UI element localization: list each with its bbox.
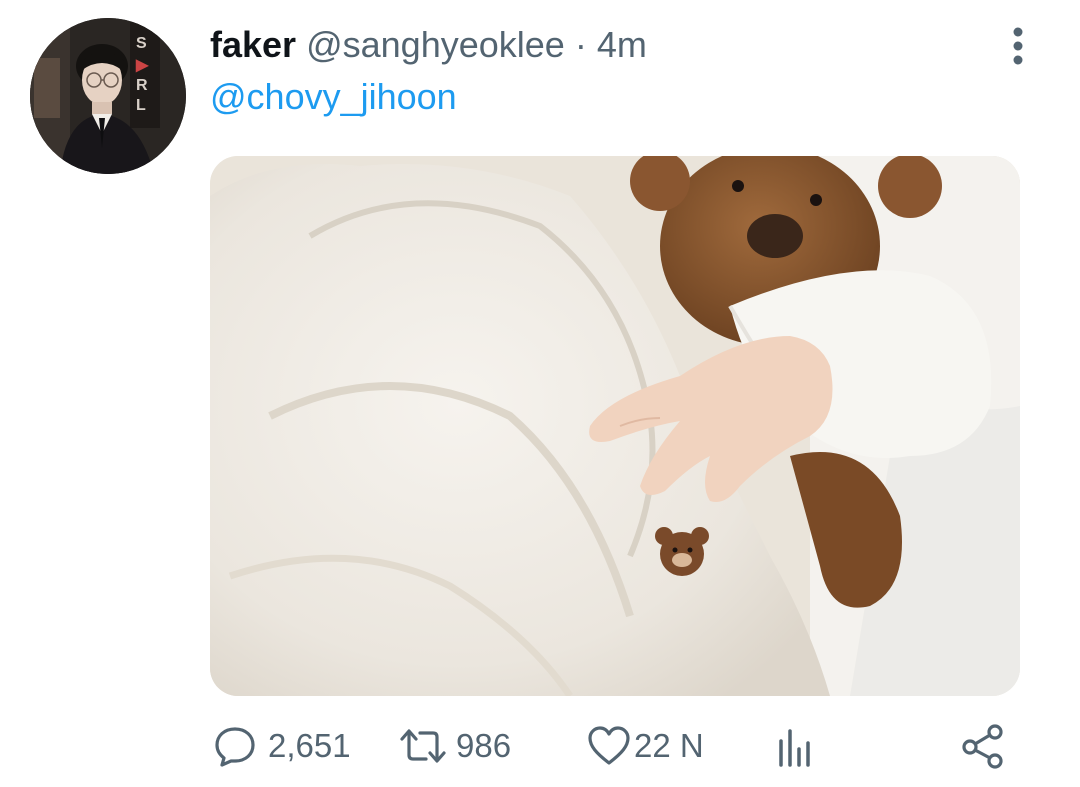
tweet-header: faker @sanghyeoklee · 4m: [210, 22, 960, 68]
timestamp[interactable]: 4m: [597, 24, 647, 65]
views-button[interactable]: [776, 718, 816, 774]
like-button[interactable]: 22 N: [586, 718, 704, 774]
views-chart-icon: [779, 729, 810, 767]
avatar[interactable]: S ▶ R L: [30, 18, 186, 174]
svg-text:L: L: [136, 97, 146, 114]
like-count: 22 N: [634, 727, 704, 764]
profile-photo: S ▶ R L: [30, 18, 186, 174]
reply-count: 2,651: [268, 727, 351, 764]
tweet-text-mention[interactable]: @chovy_jihoon: [210, 74, 457, 120]
tweet-actions: 2,651 986 22 N: [0, 718, 1080, 778]
retweet-icon: [400, 729, 446, 763]
share-icon: [962, 724, 1003, 769]
svg-text:S: S: [136, 35, 147, 52]
heart-icon: [588, 726, 630, 765]
more-button[interactable]: [1000, 24, 1036, 68]
svg-text:R: R: [136, 77, 148, 94]
separator-dot: ·: [574, 24, 587, 65]
svg-text:▶: ▶: [135, 57, 149, 74]
share-button[interactable]: [960, 718, 1006, 774]
handle[interactable]: @sanghyeoklee: [306, 24, 565, 65]
display-name[interactable]: faker: [210, 24, 296, 65]
retweet-button[interactable]: 986: [396, 718, 511, 774]
comment-icon: [215, 727, 255, 767]
reply-button[interactable]: 2,651: [212, 718, 351, 774]
more-vertical-icon: [1013, 27, 1023, 65]
tweet-media[interactable]: [210, 156, 1020, 696]
retweet-count: 986: [456, 727, 512, 764]
photo-teddy-bear-blanket: [210, 156, 1020, 696]
